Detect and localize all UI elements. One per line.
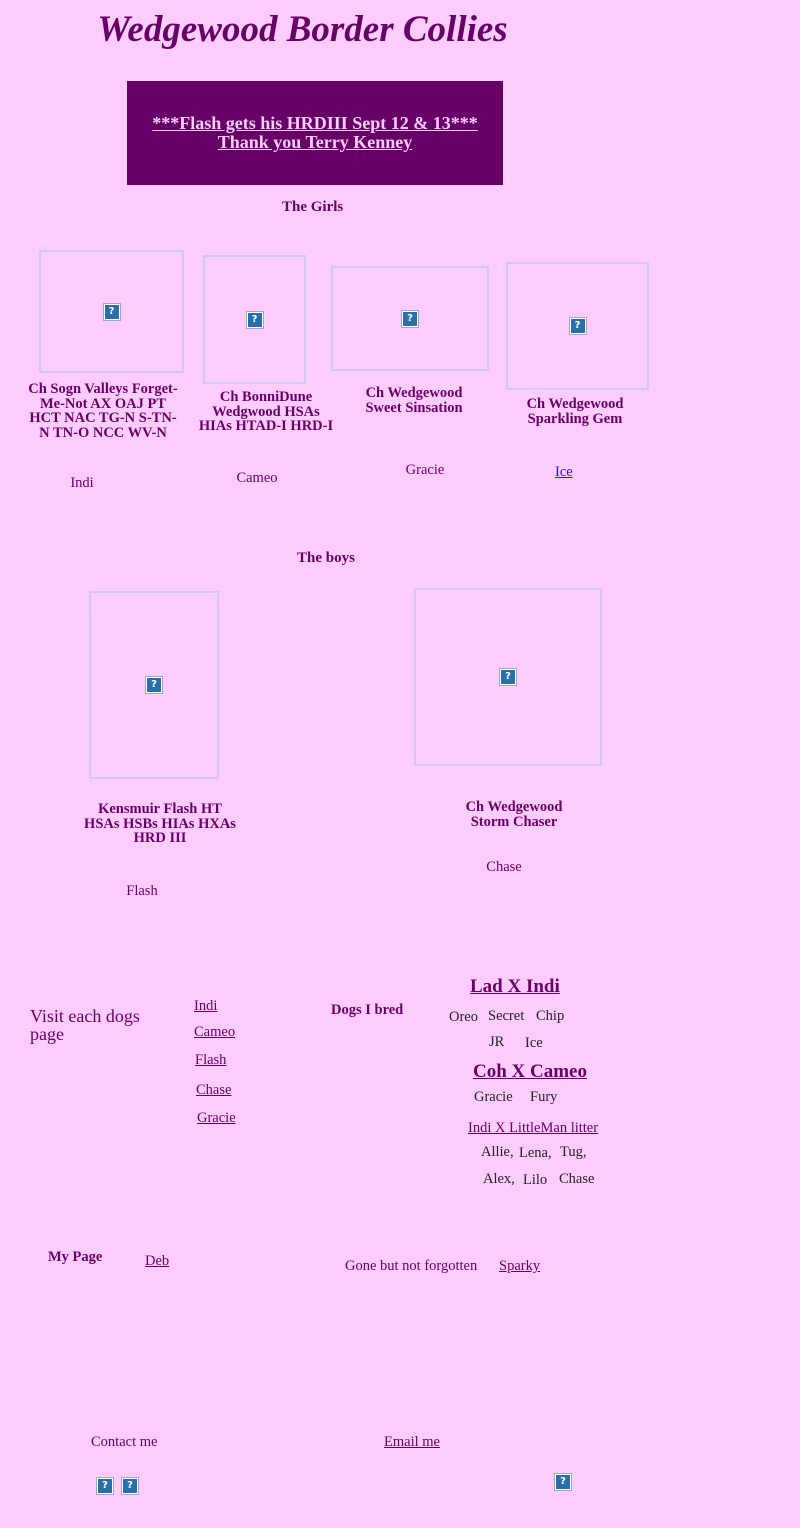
caption-cameo: Ch BonniDune Wedgwood HSAs HIAs HTAD-I H… <box>198 389 334 434</box>
broken-image-icon: ? <box>145 676 163 694</box>
contact-label: Contact me <box>91 1434 158 1450</box>
visit-link-chase[interactable]: Chase <box>196 1082 231 1099</box>
caption-indi: Ch Sogn Valleys Forget-Me-Not AX OAJ PT … <box>28 381 178 441</box>
broken-image-icon: ? <box>121 1477 139 1495</box>
pup-chip: Chip <box>536 1008 565 1024</box>
broken-image-icon: ? <box>245 310 264 329</box>
link-ice[interactable]: Ice <box>555 464 573 481</box>
banner-line-2[interactable]: Thank you Terry Kenney <box>218 133 413 152</box>
visit-link-gracie[interactable]: Gracie <box>197 1110 236 1127</box>
pup-secret: Secret <box>488 1008 525 1024</box>
announcement-banner: ***Flash gets his HRDIII Sept 12 & 13***… <box>127 81 503 185</box>
pup-tug: Tug, <box>560 1144 587 1160</box>
banner-line-1[interactable]: ***Flash gets his HRDIII Sept 12 & 13*** <box>152 114 478 133</box>
broken-image-icon: ? <box>102 302 121 321</box>
caption-flash: Kensmuir Flash HT HSAs HSBs HIAs HXAs HR… <box>84 801 236 846</box>
boys-heading: The boys <box>297 550 355 566</box>
pup-gracie: Gracie <box>474 1089 513 1105</box>
girls-heading: The Girls <box>282 199 344 215</box>
broken-image-icon: ? <box>568 317 587 335</box>
photo-chase: ? <box>414 588 602 766</box>
pup-chase: Chase <box>559 1171 595 1187</box>
pup-lilo: Lilo <box>523 1172 548 1188</box>
pup-ice: Ice <box>525 1035 543 1051</box>
photo-flash: ? <box>89 591 219 779</box>
photo-gracie: ? <box>331 266 489 371</box>
caption-chase: Ch Wedgewood Storm Chaser <box>465 799 563 830</box>
pup-fury: Fury <box>530 1089 558 1105</box>
broken-image-icon: ? <box>96 1477 114 1495</box>
pup-lena: Lena, <box>519 1145 552 1161</box>
pup-jr: JR <box>489 1034 505 1050</box>
pup-allie: Allie, <box>481 1144 514 1160</box>
my-page-link-deb[interactable]: Deb <box>145 1253 169 1270</box>
photo-cameo: ? <box>203 255 306 384</box>
broken-image-icon: ? <box>499 668 517 686</box>
visit-link-indi[interactable]: Indi <box>194 998 217 1015</box>
broken-image-icon: ? <box>401 309 419 328</box>
my-page-label: My Page <box>48 1249 103 1265</box>
name-flash: Flash <box>126 883 158 899</box>
broken-image-icon: ? <box>554 1473 572 1491</box>
pup-oreo: Oreo <box>449 1009 478 1025</box>
name-cameo: Cameo <box>236 470 278 486</box>
visit-link-flash[interactable]: Flash <box>195 1052 226 1069</box>
photo-indi: ? <box>39 250 184 373</box>
caption-gracie: Ch Wedgewood Sweet Sinsation <box>365 385 463 416</box>
memorial-link-sparky[interactable]: Sparky <box>499 1258 540 1275</box>
visit-label: Visit each dogs page <box>30 1006 140 1044</box>
pup-alex: Alex, <box>483 1171 515 1187</box>
litter-coh-x-cameo[interactable]: Coh X Cameo <box>473 1061 587 1083</box>
litter-indi-x-littleman[interactable]: Indi X LittleMan litter <box>468 1120 598 1137</box>
litter-lad-x-indi[interactable]: Lad X Indi <box>470 976 560 998</box>
caption-ice: Ch Wedgewood Sparkling Gem <box>526 396 624 427</box>
photo-ice: ? <box>506 262 649 390</box>
name-chase: Chase <box>486 859 522 875</box>
page-title: Wedgewood Border Collies <box>97 9 508 50</box>
name-indi: Indi <box>70 475 94 491</box>
visit-link-cameo[interactable]: Cameo <box>194 1024 235 1041</box>
bred-label: Dogs I bred <box>331 1002 404 1018</box>
email-link[interactable]: Email me <box>384 1434 440 1451</box>
name-gracie: Gracie <box>405 462 445 478</box>
memorial-label: Gone but not forgotten <box>345 1258 478 1274</box>
